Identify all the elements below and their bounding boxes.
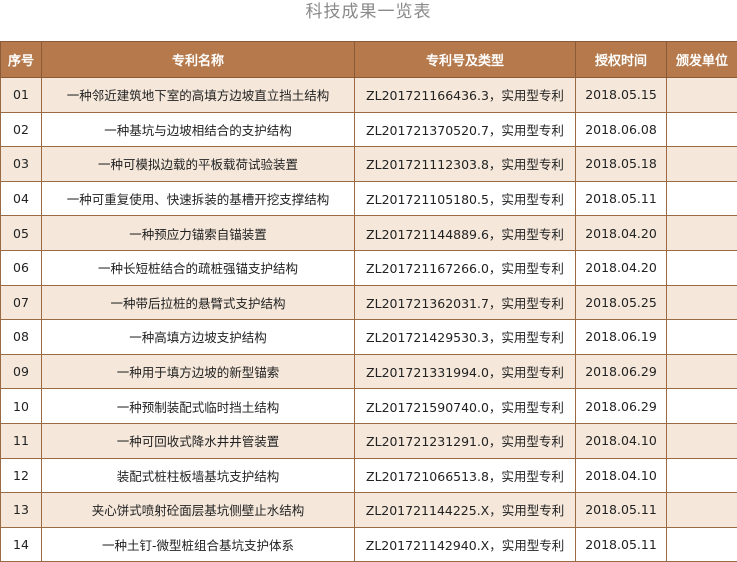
table-row: 01 一种邻近建筑地下室的高填方边坡直立挡土结构 ZL201721166436.… xyxy=(0,77,737,113)
cell-index: 01 xyxy=(0,77,42,113)
cell-grant-date: 2018.05.15 xyxy=(575,77,667,113)
cell-issuer xyxy=(666,111,737,148)
table-row: 05 一种预应力锚索自锚装置 ZL201721144889.6，实用型专利 20… xyxy=(0,215,737,251)
cell-patent-number: ZL201721331994.0，实用型专利 xyxy=(354,353,576,390)
cell-patent-number: ZL201721142940.X，实用型专利 xyxy=(354,526,576,562)
cell-issuer xyxy=(666,457,737,494)
cell-patent-name: 一种预应力锚索自锚装置 xyxy=(41,215,355,251)
cell-index: 12 xyxy=(0,457,42,494)
cell-issuer xyxy=(666,388,737,424)
cell-index: 02 xyxy=(0,111,42,148)
cell-patent-name: 一种可模拟边载的平板载荷试验装置 xyxy=(41,146,355,182)
cell-patent-number: ZL201721166436.3，实用型专利 xyxy=(354,77,576,113)
table-row: 03 一种可模拟边载的平板载荷试验装置 ZL201721112303.8，实用型… xyxy=(0,146,737,182)
cell-patent-name: 一种可重复使用、快速拆装的基槽开挖支撑结构 xyxy=(41,180,355,217)
cell-patent-name: 一种土钉-微型桩组合基坑支护体系 xyxy=(41,526,355,562)
cell-issuer xyxy=(666,353,737,390)
cell-patent-name: 一种可回收式降水井井管装置 xyxy=(41,422,355,459)
cell-patent-number: ZL201721066513.8，实用型专利 xyxy=(354,457,576,494)
cell-issuer xyxy=(666,284,737,321)
cell-grant-date: 2018.06.08 xyxy=(575,111,667,148)
cell-patent-number: ZL201721144889.6，实用型专利 xyxy=(354,215,576,251)
cell-issuer xyxy=(666,180,737,217)
cell-patent-name: 夹心饼式喷射砼面层基坑侧壁止水结构 xyxy=(41,492,355,528)
header-patent-name: 专利名称 xyxy=(41,41,355,78)
page-title: 科技成果一览表 xyxy=(305,2,432,22)
table-row: 04 一种可重复使用、快速拆装的基槽开挖支撑结构 ZL201721105180.… xyxy=(0,180,737,217)
cell-patent-number: ZL201721112303.8，实用型专利 xyxy=(354,146,576,182)
cell-index: 11 xyxy=(0,422,42,459)
header-index: 序号 xyxy=(0,41,42,78)
cell-issuer xyxy=(666,77,737,113)
achievements-table: 序号 专利名称 专利号及类型 授权时间 颁发单位 01 一种邻近建筑地下室的高填… xyxy=(0,41,737,562)
table-row: 08 一种高填方边坡支护结构 ZL201721429530.3，实用型专利 20… xyxy=(0,319,737,355)
cell-issuer xyxy=(666,146,737,182)
cell-index: 06 xyxy=(0,249,42,286)
cell-index: 10 xyxy=(0,388,42,424)
cell-index: 07 xyxy=(0,284,42,321)
table-row: 11 一种可回收式降水井井管装置 ZL201721231291.0，实用型专利 … xyxy=(0,422,737,459)
cell-patent-number: ZL201721105180.5，实用型专利 xyxy=(354,180,576,217)
cell-grant-date: 2018.05.18 xyxy=(575,146,667,182)
cell-grant-date: 2018.04.20 xyxy=(575,249,667,286)
cell-patent-number: ZL201721429530.3，实用型专利 xyxy=(354,319,576,355)
cell-patent-number: ZL201721362031.7，实用型专利 xyxy=(354,284,576,321)
cell-index: 05 xyxy=(0,215,42,251)
cell-patent-number: ZL201721167266.0，实用型专利 xyxy=(354,249,576,286)
cell-patent-name: 装配式桩柱板墙基坑支护结构 xyxy=(41,457,355,494)
header-patent-number-type: 专利号及类型 xyxy=(354,41,576,78)
cell-patent-number: ZL201721590740.0，实用型专利 xyxy=(354,388,576,424)
cell-patent-name: 一种高填方边坡支护结构 xyxy=(41,319,355,355)
cell-index: 08 xyxy=(0,319,42,355)
cell-patent-name: 一种带后拉桩的悬臂式支护结构 xyxy=(41,284,355,321)
cell-index: 14 xyxy=(0,526,42,562)
document-page: 科技成果一览表 序号 专利名称 专利号及类型 授权时间 颁发单位 01 一种邻近… xyxy=(0,0,737,562)
table-row: 10 一种预制装配式临时挡土结构 ZL201721590740.0，实用型专利 … xyxy=(0,388,737,424)
table-row: 12 装配式桩柱板墙基坑支护结构 ZL201721066513.8，实用型专利 … xyxy=(0,457,737,494)
cell-grant-date: 2018.05.11 xyxy=(575,180,667,217)
cell-grant-date: 2018.06.29 xyxy=(575,388,667,424)
header-grant-date: 授权时间 xyxy=(575,41,667,78)
cell-grant-date: 2018.05.25 xyxy=(575,284,667,321)
cell-patent-name: 一种长短桩结合的疏桩强锚支护结构 xyxy=(41,249,355,286)
table-row: 07 一种带后拉桩的悬臂式支护结构 ZL201721362031.7，实用型专利… xyxy=(0,284,737,321)
cell-patent-number: ZL201721231291.0，实用型专利 xyxy=(354,422,576,459)
cell-grant-date: 2018.06.29 xyxy=(575,353,667,390)
cell-grant-date: 2018.04.10 xyxy=(575,457,667,494)
cell-patent-name: 一种邻近建筑地下室的高填方边坡直立挡土结构 xyxy=(41,77,355,113)
header-issuer: 颁发单位 xyxy=(666,41,737,78)
cell-index: 13 xyxy=(0,492,42,528)
table-row: 13 夹心饼式喷射砼面层基坑侧壁止水结构 ZL201721144225.X，实用… xyxy=(0,492,737,528)
cell-issuer xyxy=(666,492,737,528)
cell-issuer xyxy=(666,215,737,251)
table-row: 14 一种土钉-微型桩组合基坑支护体系 ZL201721142940.X，实用型… xyxy=(0,526,737,562)
cell-index: 04 xyxy=(0,180,42,217)
cell-patent-number: ZL201721144225.X，实用型专利 xyxy=(354,492,576,528)
cell-issuer xyxy=(666,249,737,286)
cell-grant-date: 2018.04.10 xyxy=(575,422,667,459)
cell-index: 03 xyxy=(0,146,42,182)
cell-grant-date: 2018.06.19 xyxy=(575,319,667,355)
cell-issuer xyxy=(666,319,737,355)
cell-grant-date: 2018.05.11 xyxy=(575,492,667,528)
cell-issuer xyxy=(666,422,737,459)
cell-index: 09 xyxy=(0,353,42,390)
table-row: 09 一种用于填方边坡的新型锚索 ZL201721331994.0，实用型专利 … xyxy=(0,353,737,390)
cell-patent-number: ZL201721370520.7，实用型专利 xyxy=(354,111,576,148)
table-header-row: 序号 专利名称 专利号及类型 授权时间 颁发单位 xyxy=(0,41,737,78)
cell-patent-name: 一种用于填方边坡的新型锚索 xyxy=(41,353,355,390)
table-row: 06 一种长短桩结合的疏桩强锚支护结构 ZL201721167266.0，实用型… xyxy=(0,249,737,286)
cell-issuer xyxy=(666,526,737,562)
cell-patent-name: 一种基坑与边坡相结合的支护结构 xyxy=(41,111,355,148)
cell-grant-date: 2018.05.11 xyxy=(575,526,667,562)
table-row: 02 一种基坑与边坡相结合的支护结构 ZL201721370520.7，实用型专… xyxy=(0,111,737,148)
cell-patent-name: 一种预制装配式临时挡土结构 xyxy=(41,388,355,424)
cell-grant-date: 2018.04.20 xyxy=(575,215,667,251)
